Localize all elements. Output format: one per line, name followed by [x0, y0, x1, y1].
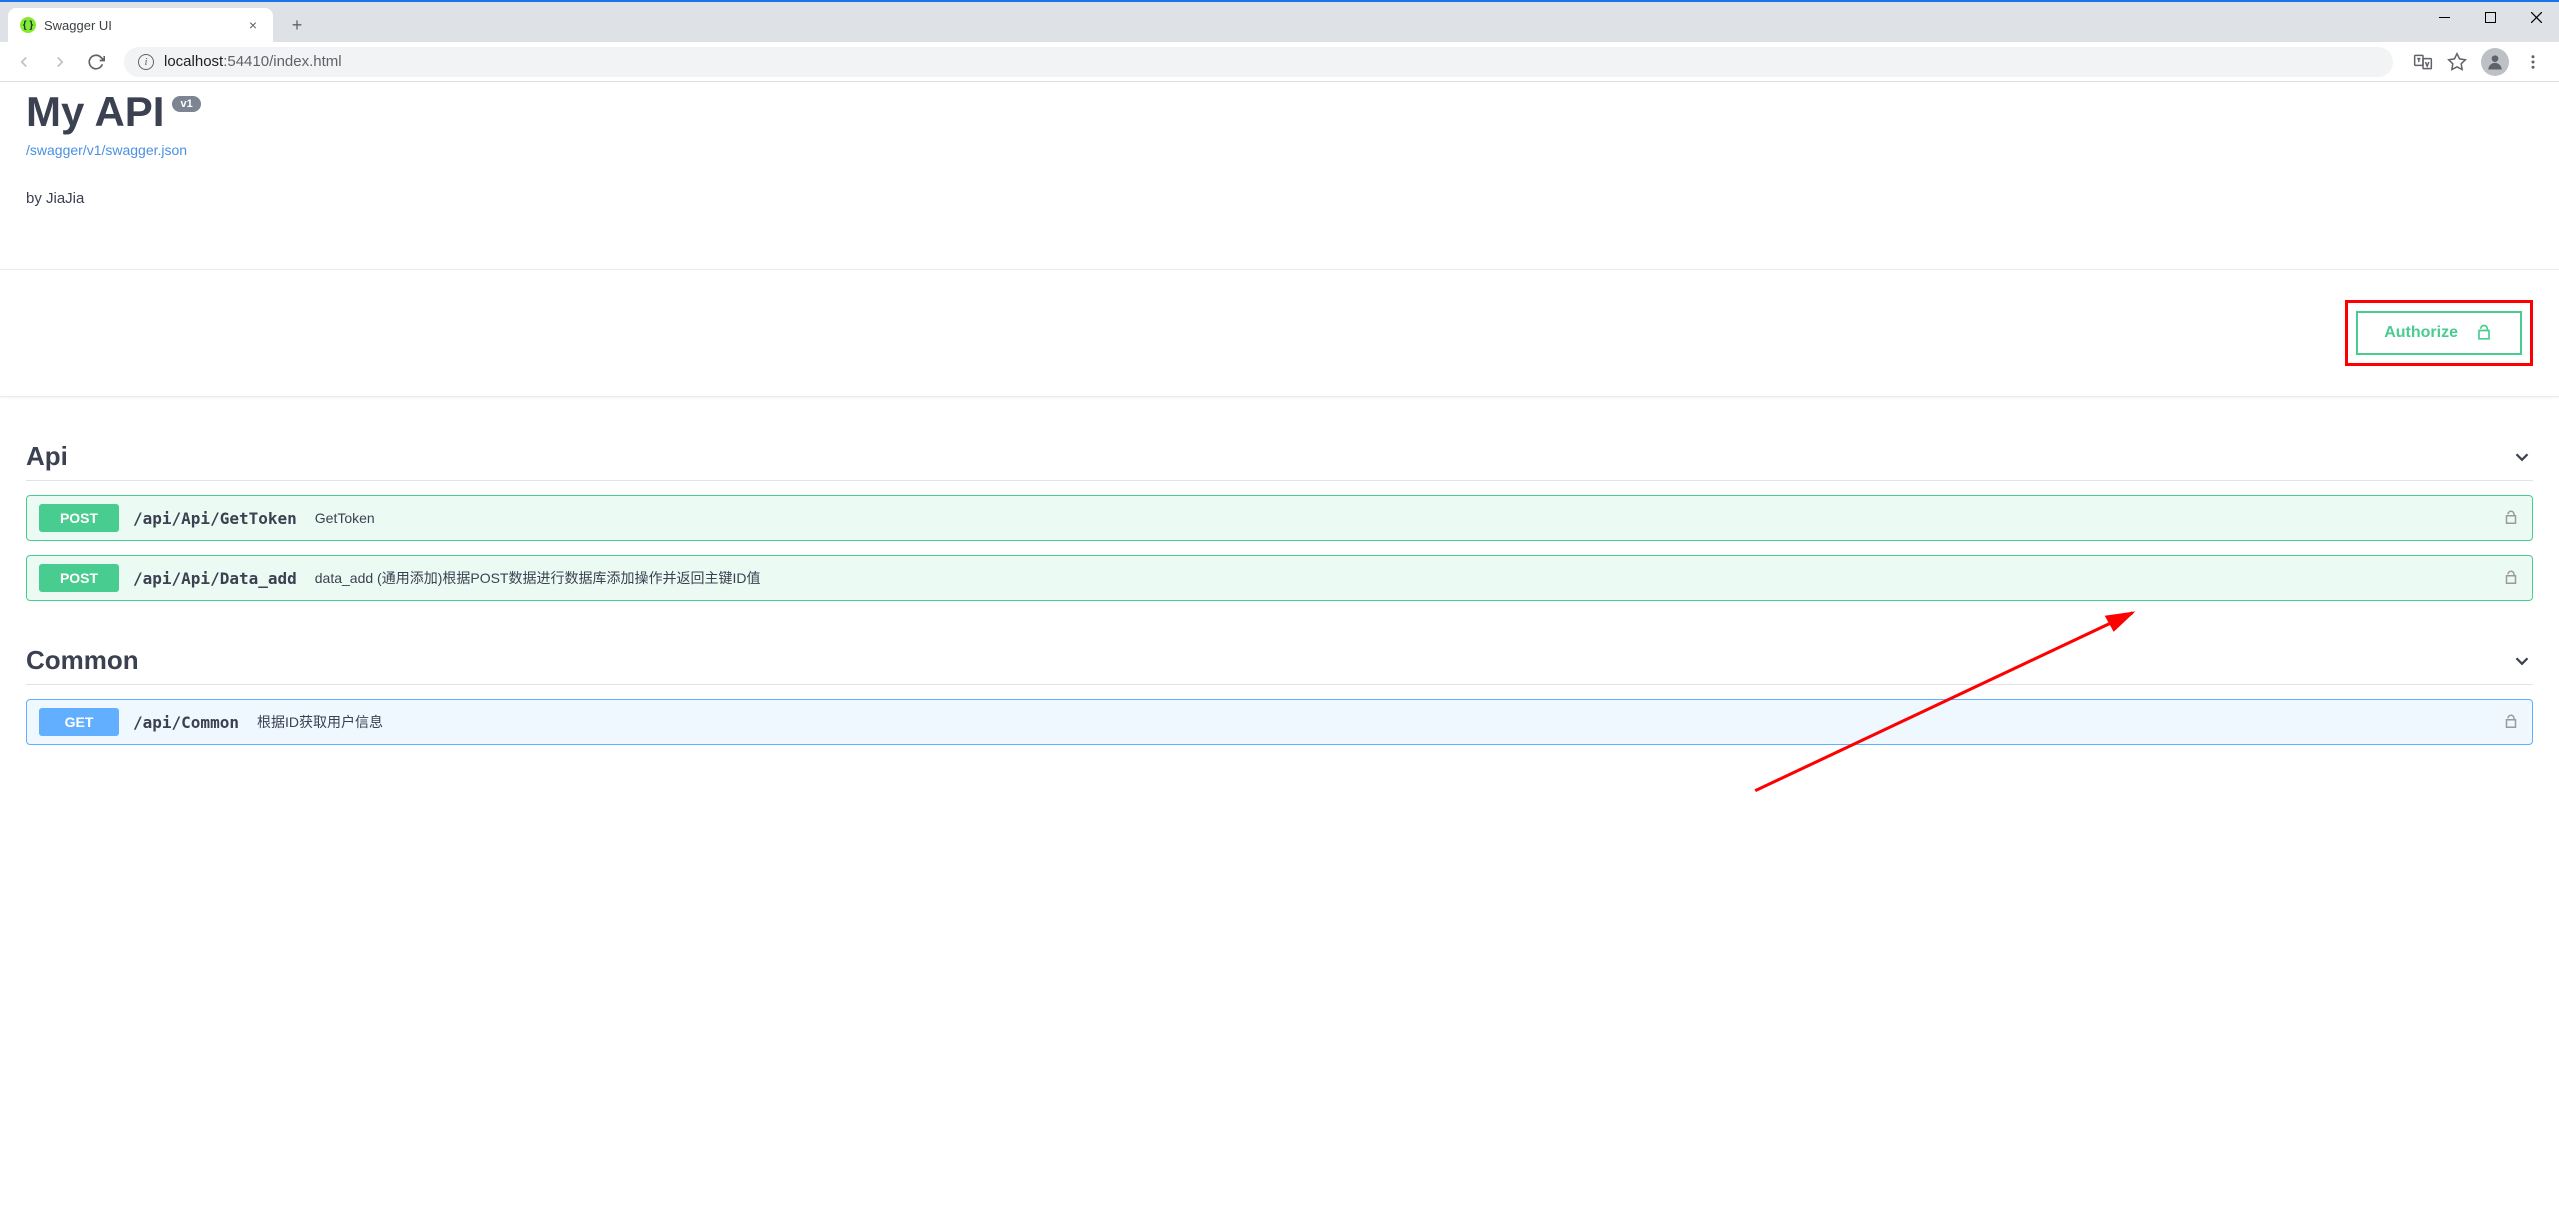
browser-tab[interactable]: { } Swagger UI × [8, 8, 273, 42]
url-host: localhost [164, 53, 223, 70]
chevron-down-icon [2511, 446, 2533, 468]
lock-open-icon [2474, 323, 2494, 343]
operation-path: /api/Api/Data_add [133, 569, 297, 588]
operation-row[interactable]: POST /api/Api/GetToken GetToken [26, 495, 2533, 541]
translate-icon[interactable] [2413, 52, 2433, 72]
page-viewport[interactable]: My API v1 /swagger/v1/swagger.json by Ji… [0, 82, 2559, 1228]
close-window-button[interactable] [2513, 2, 2559, 32]
annotation-highlight-box: Authorize [2345, 300, 2533, 366]
site-info-icon[interactable]: i [138, 54, 154, 70]
address-bar[interactable]: i localhost:54410/index.html [124, 47, 2393, 77]
tag-header[interactable]: Api [26, 441, 2533, 481]
reload-button[interactable] [80, 46, 112, 78]
operation-path: /api/Api/GetToken [133, 509, 297, 528]
window-controls [2421, 2, 2559, 32]
url-port: :54410 [223, 53, 269, 70]
method-badge-get: GET [39, 708, 119, 736]
api-author: by JiaJia [26, 190, 2533, 207]
tag-section-common: Common GET /api/Common 根据ID获取用户信息 [26, 645, 2533, 745]
tab-close-button[interactable]: × [245, 17, 261, 33]
swagger-favicon: { } [20, 17, 36, 33]
new-tab-button[interactable]: + [283, 11, 311, 39]
url-text: localhost:54410/index.html [164, 53, 342, 70]
profile-avatar[interactable] [2481, 48, 2509, 76]
menu-icon[interactable] [2523, 52, 2543, 72]
browser-window: { } Swagger UI × + i localhost:54410/ind… [0, 0, 2559, 1228]
operation-summary: 根据ID获取用户信息 [257, 712, 383, 732]
lock-icon[interactable] [2502, 509, 2520, 527]
tab-title: Swagger UI [44, 18, 237, 33]
tag-section-api: Api POST /api/Api/GetToken GetToken POST… [26, 441, 2533, 601]
api-header: My API v1 [26, 88, 2533, 136]
operation-row[interactable]: GET /api/Common 根据ID获取用户信息 [26, 699, 2533, 745]
lock-icon[interactable] [2502, 569, 2520, 587]
browser-toolbar: i localhost:54410/index.html [0, 42, 2559, 82]
toolbar-right [2405, 48, 2551, 76]
tag-name: Api [26, 441, 68, 472]
bookmark-star-icon[interactable] [2447, 52, 2467, 72]
authorize-button[interactable]: Authorize [2356, 311, 2522, 355]
operation-path: /api/Common [133, 713, 239, 732]
minimize-button[interactable] [2421, 2, 2467, 32]
maximize-button[interactable] [2467, 2, 2513, 32]
operation-summary: GetToken [315, 510, 375, 526]
back-button[interactable] [8, 46, 40, 78]
api-title: My API [26, 88, 164, 136]
url-path: /index.html [269, 53, 342, 70]
tag-header[interactable]: Common [26, 645, 2533, 685]
operation-summary: data_add (通用添加)根据POST数据进行数据库添加操作并返回主键ID值 [315, 568, 761, 588]
chevron-down-icon [2511, 650, 2533, 672]
version-badge: v1 [172, 96, 200, 112]
operation-row[interactable]: POST /api/Api/Data_add data_add (通用添加)根据… [26, 555, 2533, 601]
method-badge-post: POST [39, 564, 119, 592]
method-badge-post: POST [39, 504, 119, 532]
authorize-label: Authorize [2384, 324, 2458, 342]
scheme-section: Authorize [0, 269, 2559, 397]
title-bar: { } Swagger UI × + [0, 2, 2559, 42]
swagger-page: My API v1 /swagger/v1/swagger.json by Ji… [0, 88, 2559, 765]
forward-button[interactable] [44, 46, 76, 78]
spec-link[interactable]: /swagger/v1/swagger.json [26, 142, 2533, 158]
tag-name: Common [26, 645, 139, 676]
lock-icon[interactable] [2502, 713, 2520, 731]
